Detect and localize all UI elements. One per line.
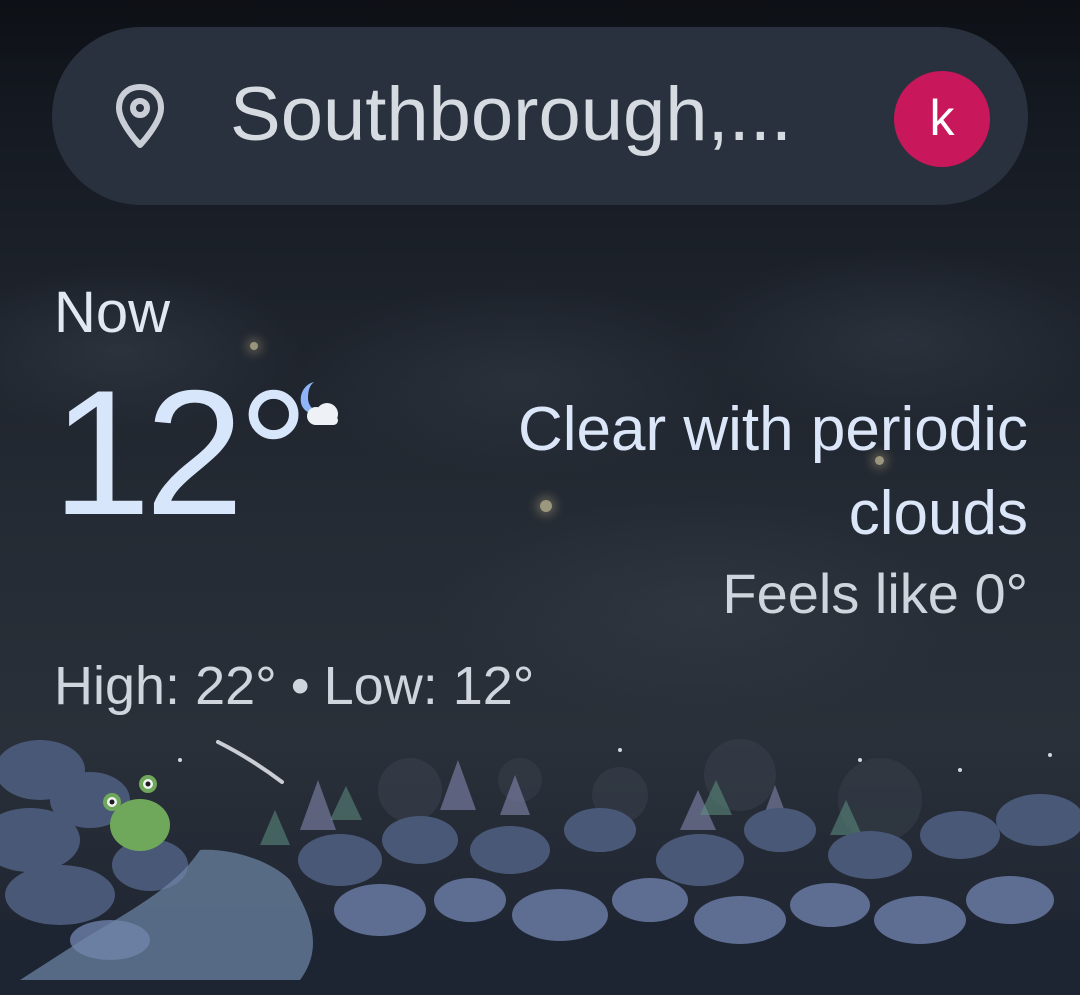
moon-cloud-icon — [300, 382, 338, 425]
current-temperature: 12° — [52, 353, 309, 552]
low-temperature: Low: 12° — [323, 656, 535, 716]
now-label: Now — [54, 280, 171, 345]
weather-condition: Clear with periodic clouds — [518, 395, 1028, 548]
dot-separator: • — [290, 656, 310, 716]
night-scenery-illustration — [0, 739, 1080, 995]
feels-like-temperature: Feels like 0° — [722, 562, 1028, 625]
map-pin-icon[interactable] — [114, 83, 166, 149]
high-temperature: High: 22° — [54, 656, 277, 716]
firefly — [250, 342, 258, 350]
account-avatar[interactable]: k — [894, 71, 990, 167]
location-name[interactable]: Southborough,... — [230, 70, 792, 160]
high-low-temperatures: High: 22° • Low: 12° — [54, 655, 534, 717]
